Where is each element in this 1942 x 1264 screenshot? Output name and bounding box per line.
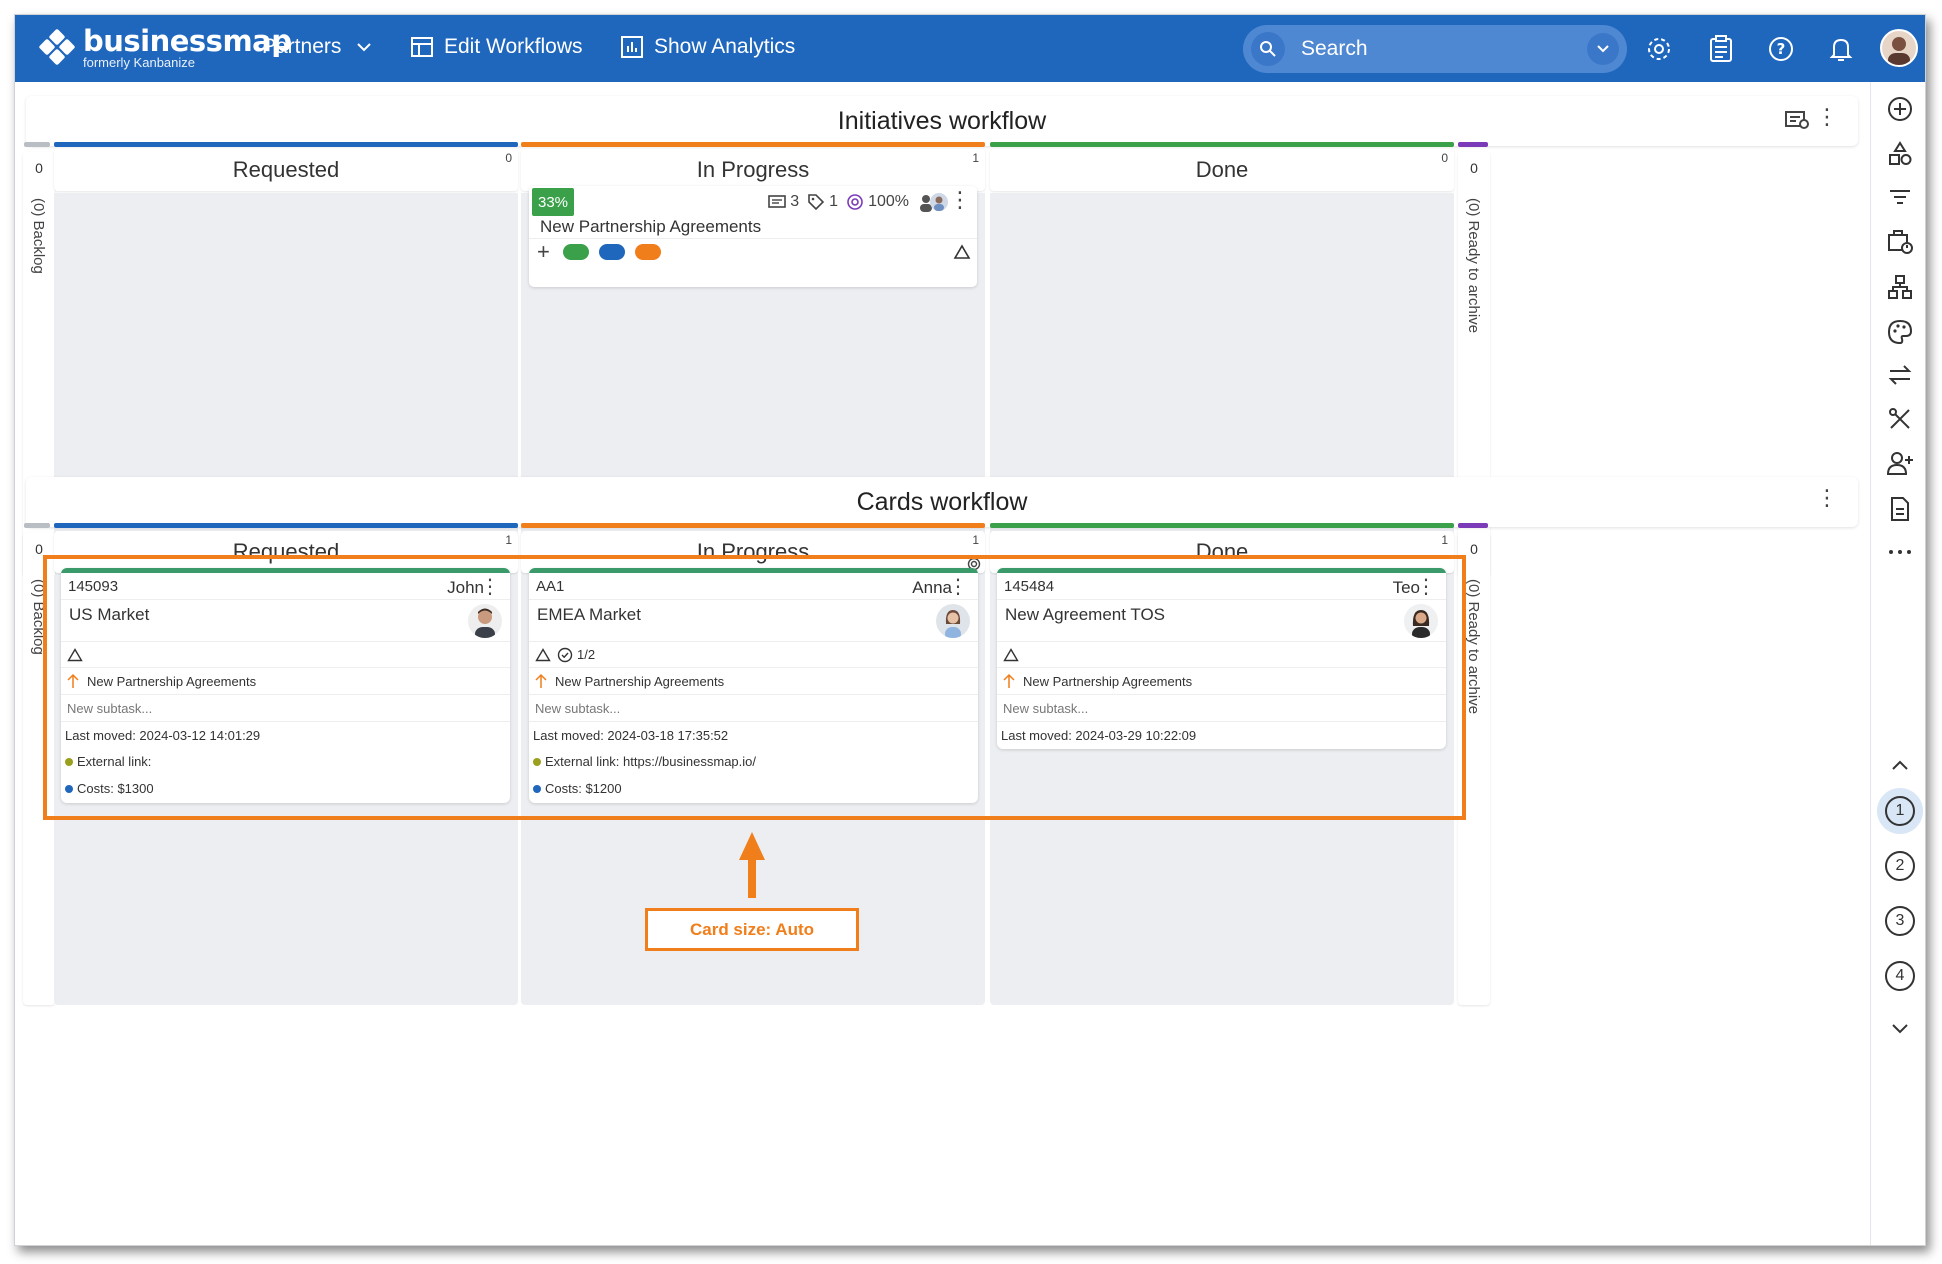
swap-arrows-icon[interactable] — [1885, 360, 1915, 390]
bell-icon[interactable] — [1825, 33, 1857, 65]
nav-show-analytics[interactable]: Show Analytics — [620, 35, 795, 59]
archive-bar — [1458, 523, 1488, 528]
timer-briefcase-icon[interactable] — [1885, 227, 1915, 257]
search-box[interactable] — [1243, 25, 1627, 73]
document-icon[interactable] — [1885, 494, 1915, 524]
in-progress-bar — [521, 523, 985, 528]
top-bar: businessmap formerly Kanbanize Partners … — [15, 15, 1925, 82]
search-dropdown-chevron-icon[interactable] — [1587, 33, 1619, 65]
initiative-card[interactable]: 33% 3 1 100% ⋮ New Partnership Agreement… — [529, 186, 977, 287]
svg-text:?: ? — [1777, 40, 1786, 58]
column-count: 0 — [1441, 151, 1448, 165]
logo-subtitle: formerly Kanbanize — [83, 55, 195, 70]
column-count: 1 — [505, 533, 512, 547]
child-pill-green[interactable] — [563, 244, 589, 260]
table-icon — [411, 37, 433, 57]
card-kebab-icon[interactable]: ⋮ — [949, 189, 971, 211]
user-avatar[interactable] — [1880, 29, 1918, 67]
done-bar — [990, 523, 1454, 528]
column-count: 1 — [972, 533, 979, 547]
column-count: 0 — [505, 151, 512, 165]
help-icon[interactable]: ? — [1765, 33, 1797, 65]
backlog-bar — [24, 523, 50, 528]
annotation-arrow-icon — [739, 832, 765, 898]
column-count: 1 — [1441, 533, 1448, 547]
logo-icon — [37, 28, 77, 69]
column-count: 1 — [972, 151, 979, 165]
search-icon[interactable] — [1251, 32, 1285, 66]
right-sidebar: 1 2 3 4 — [1870, 82, 1925, 1245]
target-icon — [847, 194, 863, 210]
column-in-progress[interactable]: In Progress 1 — [521, 149, 985, 191]
archive-label: (0) Ready to archive — [1465, 579, 1482, 715]
kebab-menu-icon[interactable]: ⋮ — [1816, 487, 1838, 509]
column-done[interactable]: Done 0 — [990, 149, 1454, 191]
column-name: Done — [1195, 157, 1249, 182]
lane-button-3[interactable]: 3 — [1885, 906, 1915, 936]
nav-show-analytics-label: Show Analytics — [654, 35, 796, 58]
requested-bar — [54, 142, 518, 147]
add-link-icon[interactable]: + — [537, 239, 550, 265]
requested-bar — [54, 523, 518, 528]
app-window: businessmap formerly Kanbanize Partners … — [14, 14, 1926, 1246]
nav-partners[interactable]: Partners — [262, 35, 373, 59]
more-horizontal-icon[interactable] — [1885, 537, 1915, 567]
cards-workflow-header: Cards workflow ⋮ — [26, 477, 1858, 527]
lane-button-1[interactable]: 1 — [1885, 796, 1915, 826]
search-input[interactable] — [1301, 37, 1571, 61]
column-requested[interactable]: Requested 0 — [54, 149, 518, 191]
shapes-icon[interactable] — [1885, 139, 1915, 169]
card-meta: 3 1 100% — [768, 192, 949, 212]
initiative-footer: + — [529, 238, 977, 266]
tag-count: 1 — [829, 193, 839, 210]
add-circle-icon[interactable] — [1885, 94, 1915, 124]
lane-button-4[interactable]: 4 — [1885, 961, 1915, 991]
column-name: In Progress — [696, 157, 810, 182]
tools-icon[interactable] — [1885, 404, 1915, 434]
palette-icon[interactable] — [1885, 317, 1915, 347]
kebab-menu-icon[interactable]: ⋮ — [1816, 106, 1838, 128]
assignees-avatars-icon — [920, 193, 948, 212]
nav-partners-label: Partners — [262, 35, 342, 58]
card-size-annotation: Card size: Auto — [645, 908, 859, 951]
add-user-icon[interactable] — [1885, 448, 1915, 478]
archive-count: 0 — [1470, 160, 1478, 176]
cards-workflow-title: Cards workflow — [856, 487, 1028, 516]
column-name: Requested — [232, 157, 340, 182]
logo-name: businessmap — [83, 24, 292, 58]
chevron-down-icon[interactable] — [1885, 1014, 1915, 1044]
initiative-title[interactable]: New Partnership Agreements — [540, 217, 761, 237]
chevron-down-icon — [357, 43, 372, 52]
backlog-bar — [24, 142, 50, 147]
chevron-up-icon[interactable] — [1885, 750, 1915, 780]
logo[interactable]: businessmap formerly Kanbanize — [37, 27, 292, 70]
done-bar — [990, 142, 1454, 147]
warning-triangle-icon[interactable] — [953, 244, 971, 260]
target-percent: 100% — [868, 193, 909, 210]
tag-icon — [808, 194, 825, 211]
initiatives-workflow-header: Initiatives workflow ⋮ — [26, 96, 1858, 146]
progress-badge: 33% — [532, 188, 574, 216]
chart-icon — [621, 36, 643, 58]
card-size-highlight — [43, 555, 1466, 820]
comment-icon — [768, 195, 787, 208]
board-settings-icon[interactable] — [1784, 108, 1810, 139]
nav-edit-workflows-label: Edit Workflows — [444, 35, 583, 58]
hierarchy-icon[interactable] — [1885, 272, 1915, 302]
backlog-count: 0 — [35, 160, 43, 176]
archive-label: (0) Ready to archive — [1465, 198, 1482, 334]
filter-icon[interactable] — [1885, 182, 1915, 212]
backlog-label: (0) Backlog — [30, 198, 47, 274]
clipboard-icon[interactable] — [1705, 33, 1737, 65]
comment-count: 3 — [790, 193, 800, 210]
gear-icon[interactable] — [1643, 33, 1675, 65]
archive-bar — [1458, 142, 1488, 147]
initiatives-workflow-title: Initiatives workflow — [837, 106, 1047, 135]
in-progress-bar — [521, 142, 985, 147]
nav-edit-workflows[interactable]: Edit Workflows — [410, 35, 582, 59]
child-pill-blue[interactable] — [599, 244, 625, 260]
child-pill-orange[interactable] — [635, 244, 661, 260]
lane-button-2[interactable]: 2 — [1885, 851, 1915, 881]
